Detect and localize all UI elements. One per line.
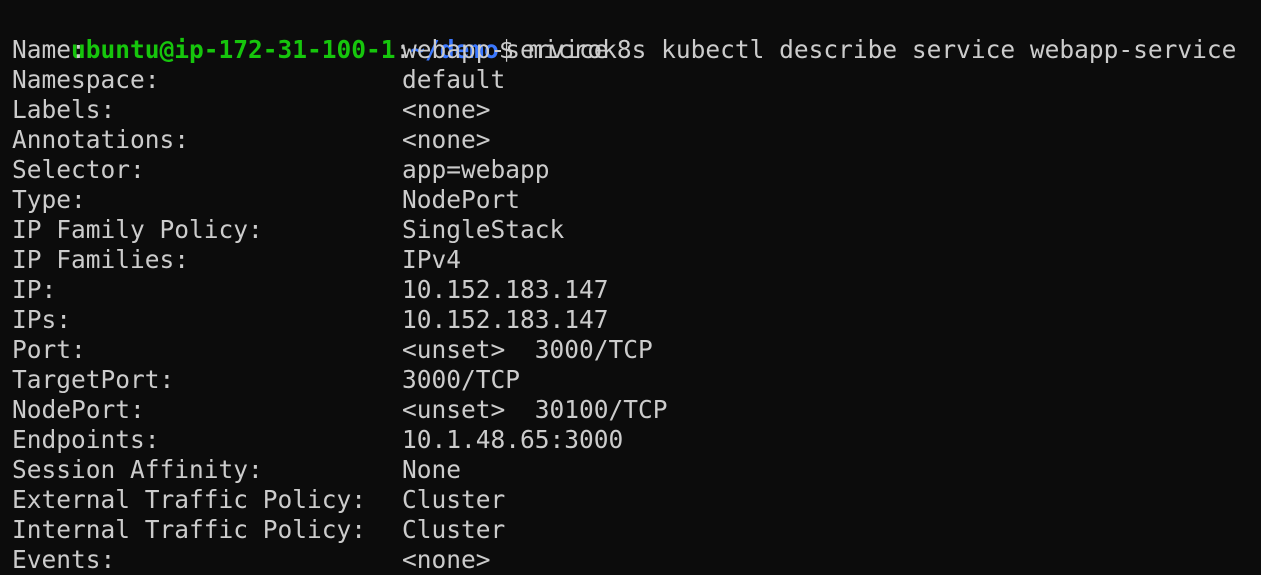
command-text: microk8s kubectl describe service webapp… <box>513 35 1237 64</box>
field-label: Internal Traffic Policy: <box>12 515 367 544</box>
command-prompt-line: ubuntu@ip-172-31-100-1:~/demo$ microk8s … <box>12 5 1236 64</box>
field-label: Endpoints: <box>12 425 160 454</box>
field-value: SingleStack <box>402 215 565 244</box>
field-label: Events: <box>12 545 116 574</box>
field-label: External Traffic Policy: <box>12 485 367 514</box>
field-value: <unset> 3000/TCP <box>402 335 653 364</box>
field-label: Namespace: <box>12 65 160 94</box>
field-label: TargetPort: <box>12 365 175 394</box>
field-label: Selector: <box>12 155 145 184</box>
field-value: webapp-service <box>402 35 609 64</box>
field-label: IP Families: <box>12 245 190 274</box>
field-value: 10.152.183.147 <box>402 275 609 304</box>
field-label: Annotations: <box>12 125 190 154</box>
field-value: <none> <box>402 545 491 574</box>
field-value: <none> <box>402 95 491 124</box>
field-label: IP: <box>12 275 57 304</box>
field-value: Cluster <box>402 485 506 514</box>
field-value: default <box>402 65 506 94</box>
field-value: NodePort <box>402 185 521 214</box>
field-value: IPv4 <box>402 245 462 274</box>
field-label: Session Affinity: <box>12 455 263 484</box>
field-value: <unset> 30100/TCP <box>402 395 668 424</box>
field-value: app=webapp <box>402 155 550 184</box>
field-value: None <box>402 455 462 484</box>
field-value: <none> <box>402 125 491 154</box>
terminal-window[interactable]: ubuntu@ip-172-31-100-1:~/demo$ microk8s … <box>0 0 1261 575</box>
field-label: Type: <box>12 185 86 214</box>
field-label: IP Family Policy: <box>12 215 263 244</box>
field-value: 10.1.48.65:3000 <box>402 425 624 454</box>
field-label: NodePort: <box>12 395 145 424</box>
field-value: 10.152.183.147 <box>402 305 609 334</box>
field-value: Cluster <box>402 515 506 544</box>
prompt-user-host: ubuntu@ip-172-31-100-1 <box>71 35 396 64</box>
field-value: 3000/TCP <box>402 365 521 394</box>
field-label: Port: <box>12 335 86 364</box>
field-label: Name: <box>12 35 86 64</box>
field-label: Labels: <box>12 95 116 124</box>
field-label: IPs: <box>12 305 72 334</box>
